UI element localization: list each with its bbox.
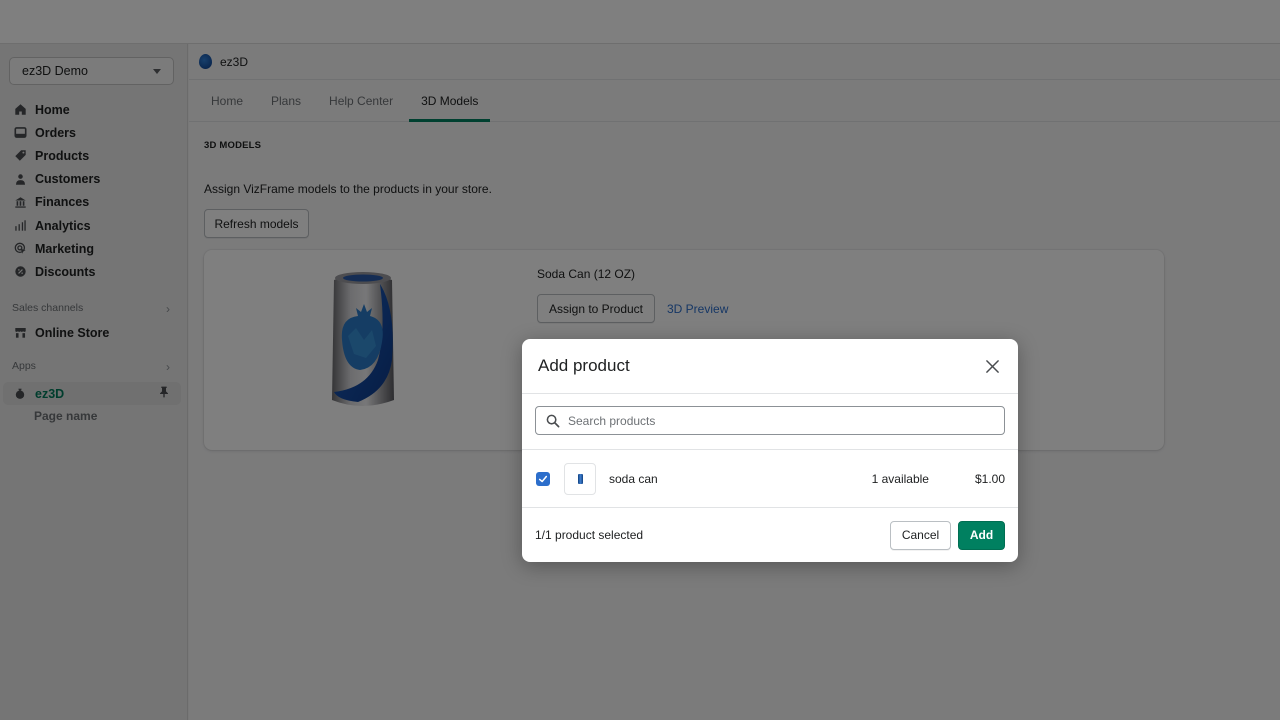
product-availability: 1 available: [871, 471, 929, 486]
selected-count: 1/1 product selected: [535, 528, 644, 542]
modal-title: Add product: [538, 356, 630, 375]
cancel-button[interactable]: Cancel: [890, 520, 951, 550]
search-icon: [546, 414, 560, 427]
product-row[interactable]: soda can 1 available $1.00: [522, 450, 1018, 508]
add-product-modal: Add product soda can 1 available $1.00 1…: [522, 339, 1018, 562]
search-products-input[interactable]: [568, 413, 994, 428]
close-button[interactable]: [982, 356, 1002, 376]
product-checkbox[interactable]: [536, 471, 550, 486]
close-icon: [985, 359, 999, 373]
product-name: soda can: [609, 471, 658, 486]
add-button[interactable]: Add: [958, 520, 1005, 550]
modal-header: Add product: [522, 339, 1018, 394]
search-field[interactable]: [535, 406, 1005, 435]
product-price: $1.00: [974, 471, 1005, 486]
soda-can-thumbnail-image: [577, 473, 583, 484]
search-section: [522, 394, 1018, 450]
product-thumbnail: [564, 462, 596, 495]
modal-footer: 1/1 product selected Cancel Add: [522, 508, 1018, 562]
checkmark-icon: [538, 475, 548, 482]
